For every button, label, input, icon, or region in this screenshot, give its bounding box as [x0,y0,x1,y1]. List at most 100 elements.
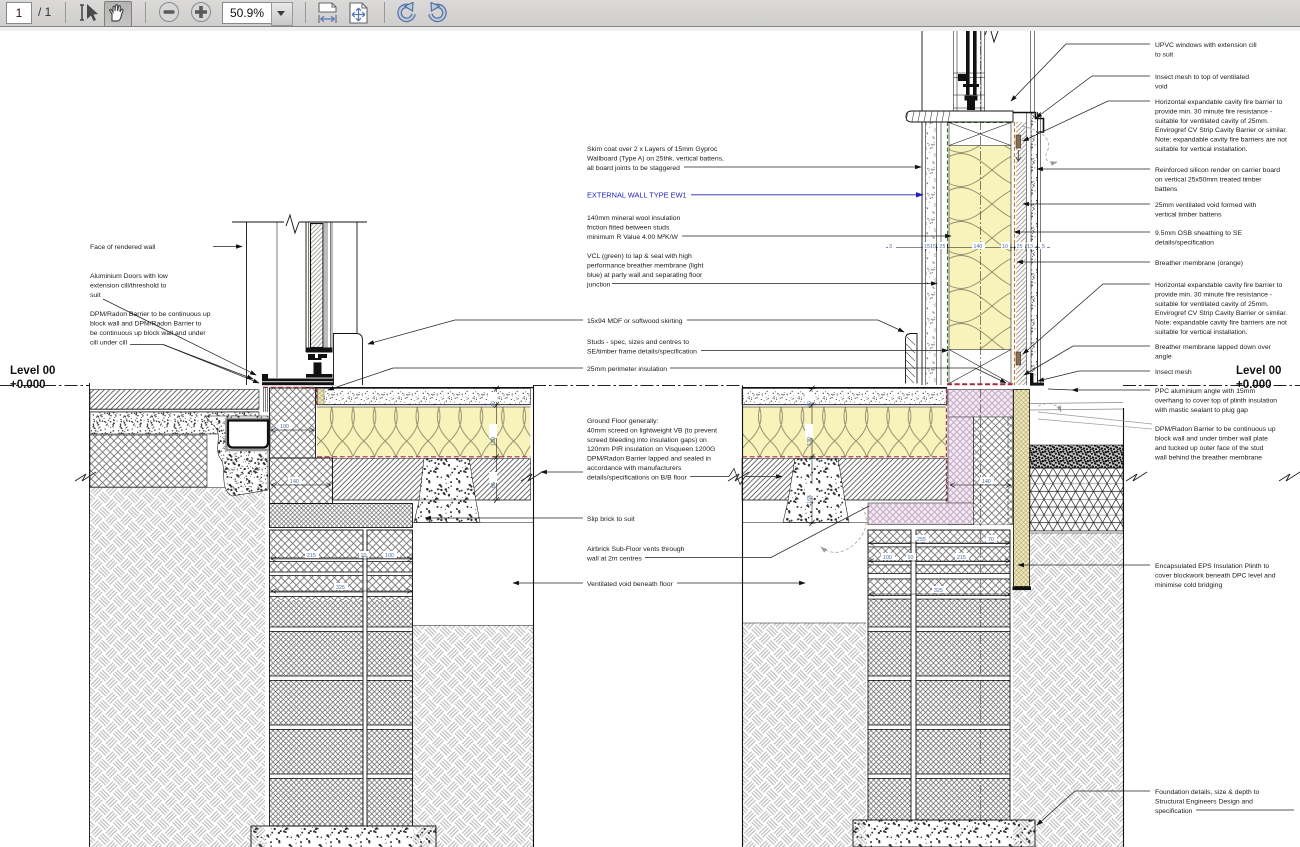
svg-text:25mm perimeter insulation: 25mm perimeter insulation [587,366,667,373]
svg-text:Insect mesh to top of ventilat: Insect mesh to top of ventilated [1155,74,1249,81]
svg-text:Level 00: Level 00 [10,365,55,377]
svg-text:65: 65 [491,482,497,488]
svg-text:angle: angle [1155,354,1172,361]
svg-text:screed bleeding into insulatio: screed bleeding into insulation gaps) on [587,437,707,444]
svg-text:13: 13 [1027,244,1033,250]
svg-text:130: 130 [807,437,813,446]
svg-text:325: 325 [934,588,943,594]
svg-text:DPM/Radon Barrier to be contin: DPM/Radon Barrier to be continuous up [1155,426,1276,433]
svg-text:DPM/Radon Barrier lapped and s: DPM/Radon Barrier lapped and sealed in [587,456,711,463]
svg-text:suitable for ventilated cavity: suitable for ventilated cavity of 25mm. [1155,118,1269,125]
svg-text:Skim coat over 2 x Layers of 1: Skim coat over 2 x Layers of 15mm Gyproc [587,146,718,153]
svg-text:minimum R Value 4.00 M²K/W: minimum R Value 4.00 M²K/W [587,234,678,241]
svg-text:Ground Floor generally:: Ground Floor generally: [587,418,659,425]
svg-text:Aluminium Doors with low: Aluminium Doors with low [90,273,168,280]
svg-text:140mm mineral wool insulation: 140mm mineral wool insulation [587,215,681,222]
svg-text:friction fitted between studs: friction fitted between studs [587,225,670,232]
svg-text:provide min. 30 minute fire re: provide min. 30 minute fire resistance - [1155,108,1272,115]
svg-text:VCL (green) to lap & seal with: VCL (green) to lap & seal with high [587,253,692,260]
svg-text:provide min. 30 minute fire re: provide min. 30 minute fire resistance - [1155,291,1272,298]
svg-text:details/specifications on B/B: details/specifications on B/B floor [587,474,687,481]
svg-text:Horizontal expandable cavity f: Horizontal expandable cavity fire barrie… [1155,99,1283,106]
svg-text:accordance with manufacturers: accordance with manufacturers [587,465,682,472]
svg-text:void: void [1155,84,1168,91]
svg-text:40mm screed on lightweight VB: 40mm screed on lightweight VB (to preven… [587,427,717,434]
svg-text:with mastic sealant to plug ga: with mastic sealant to plug gap [1154,407,1248,414]
svg-text:120: 120 [491,437,497,446]
svg-text:Envirogref CV Strip Cavity Bar: Envirogref CV Strip Cavity Barrier or si… [1155,310,1287,317]
svg-text:215: 215 [307,553,316,559]
svg-text:suitable for vertical installa: suitable for vertical installation. [1155,146,1248,153]
svg-text:Horizontal expandable cavity f: Horizontal expandable cavity fire barrie… [1155,282,1283,289]
svg-text:25mm ventilated void formed wi: 25mm ventilated void formed with [1155,202,1256,209]
svg-text:blue) at party wall and separa: blue) at party wall and separating floor [587,272,703,279]
svg-text:215: 215 [957,555,966,561]
svg-text:details/specification: details/specification [1155,240,1214,247]
svg-text:be continuous up block wall an: be continuous up block wall and under [90,330,206,337]
svg-text:10: 10 [1002,244,1008,250]
svg-text:325: 325 [336,585,345,591]
svg-text:140: 140 [982,479,991,485]
svg-text:to suit: to suit [1155,52,1173,59]
svg-text:DPM/Radon Barrier to be contin: DPM/Radon Barrier to be continuous up [90,311,211,318]
svg-text:40: 40 [807,401,813,407]
svg-text:Ventilated void beneath floor: Ventilated void beneath floor [587,581,674,588]
svg-text:all board joints to be stagger: all board joints to be staggered [587,165,680,172]
svg-text:Note: expandable cavity fire b: Note: expandable cavity fire barriers ar… [1155,320,1287,327]
svg-text:performance breather membrane: performance breather membrane (light [587,263,703,270]
svg-text:Airbrick Sub-Floor vents throu: Airbrick Sub-Floor vents through [587,546,685,553]
svg-text:cill under cill: cill under cill [90,340,128,347]
svg-text:10: 10 [361,553,367,559]
svg-text:5: 5 [1042,244,1045,250]
svg-text:SE/timber frame details/specif: SE/timber frame details/specification [587,349,697,356]
svg-text:specification: specification [1155,808,1193,815]
svg-text:255: 255 [917,537,926,543]
svg-text:Encapsulated EPS Insulation Pl: Encapsulated EPS Insulation Plinth to [1155,563,1269,570]
svg-text:100: 100 [385,553,394,559]
svg-text:EXTERNAL WALL TYPE EW1: EXTERNAL WALL TYPE EW1 [587,191,687,200]
svg-text:Note: expandable cavity fire b: Note: expandable cavity fire barriers ar… [1155,137,1287,144]
svg-text:Studs - spec, sizes and centre: Studs - spec, sizes and centres to [587,339,689,346]
svg-text:Breather membrane (orange): Breather membrane (orange) [1155,260,1243,267]
svg-text:block wall and DPM/Radon Barri: block wall and DPM/Radon Barrier to [90,321,202,328]
svg-text:70: 70 [988,537,994,543]
svg-text:and tucked up outer face of th: and tucked up outer face of the stud [1155,445,1264,452]
svg-text:Structural Engineers Design an: Structural Engineers Design and [1155,799,1253,806]
svg-text:Wallboard (Type A) on 25thk. v: Wallboard (Type A) on 25thk. vertical ba… [587,156,724,163]
svg-text:100: 100 [883,555,892,561]
svg-text:10: 10 [908,555,914,561]
svg-text:battens: battens [1155,186,1178,193]
svg-text:suit: suit [90,292,101,299]
svg-text:Slip brick to suit: Slip brick to suit [587,516,635,523]
svg-text:suitable for ventilated cavity: suitable for ventilated cavity of 25mm. [1155,301,1269,308]
svg-text:wall at 2m centres: wall at 2m centres [586,556,642,563]
svg-text:extension cill/threshold to: extension cill/threshold to [90,283,167,290]
svg-text:Envirogref CV Strip Cavity Bar: Envirogref CV Strip Cavity Barrier or si… [1155,127,1287,134]
svg-text:cover blockwork beneath DPC le: cover blockwork beneath DPC level and [1155,573,1276,580]
svg-text:UPVC windows with extension ci: UPVC windows with extension cill [1155,42,1257,49]
svg-text:wall behind the breather membr: wall behind the breather membrane [1154,455,1262,462]
svg-text:15: 15 [930,244,936,250]
svg-text:Face of rendered wall: Face of rendered wall [90,244,156,251]
svg-text:120mm PIR insulation on Visque: 120mm PIR insulation on Visqueen 1200G [587,446,715,453]
svg-text:PPC aluminium angle with 15mm: PPC aluminium angle with 15mm [1155,388,1255,395]
svg-text:Reinforced silicon render on c: Reinforced silicon render on carrier boa… [1155,167,1280,174]
svg-text:100: 100 [280,424,289,430]
svg-text:junction: junction [586,282,611,289]
svg-text:25: 25 [940,244,946,250]
svg-text:140: 140 [974,244,983,250]
svg-text:Breather membrane lapped down: Breather membrane lapped down over [1155,344,1272,351]
svg-text:Foundation details, size & dep: Foundation details, size & depth to [1155,789,1260,796]
svg-text:25: 25 [1017,244,1023,250]
svg-text:40: 40 [491,401,497,407]
svg-text:9.5mm OSB sheathing to SE: 9.5mm OSB sheathing to SE [1155,230,1242,237]
svg-text:block wall and under timber wa: block wall and under timber wall plate [1155,436,1268,443]
svg-text:165: 165 [807,495,813,504]
svg-text:on vertical 25x50mm treated ti: on vertical 25x50mm treated timber [1155,177,1262,184]
svg-text:Level 00: Level 00 [1236,365,1281,377]
svg-text:Insect mesh: Insect mesh [1155,369,1192,376]
svg-text:overhang to cover top of plint: overhang to cover top of plinth insulati… [1155,398,1277,405]
svg-text:minimise cold bridging: minimise cold bridging [1155,582,1222,589]
svg-text:15x94 MDF or softwood skirting: 15x94 MDF or softwood skirting [587,318,683,325]
svg-text:+0.000: +0.000 [10,379,46,391]
